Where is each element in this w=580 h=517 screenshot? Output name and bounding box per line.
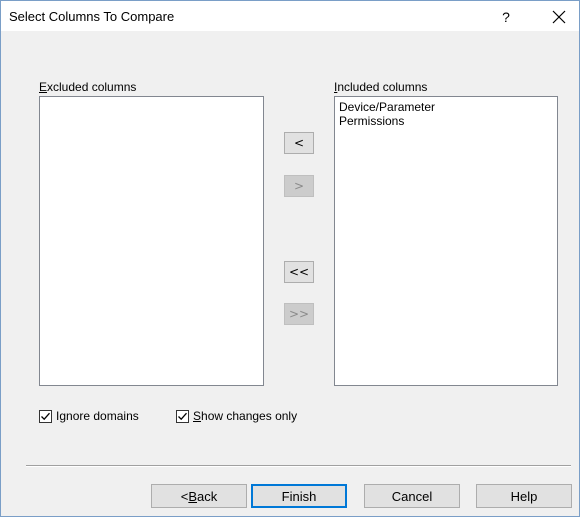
- close-icon: [552, 10, 566, 24]
- checkbox-check-icon: [176, 409, 189, 423]
- excluded-columns-list[interactable]: [39, 96, 264, 386]
- help-button[interactable]: Help: [476, 484, 572, 508]
- show-changes-only-label: Show changes only: [193, 409, 298, 423]
- show-changes-only-checkbox[interactable]: Show changes only: [176, 409, 297, 423]
- footer-separator: [26, 465, 571, 467]
- close-button[interactable]: [544, 5, 574, 29]
- ignore-domains-label: Ignore domains: [56, 409, 139, 423]
- help-question-button[interactable]: ?: [494, 6, 518, 28]
- remove-column-button[interactable]: <: [284, 132, 314, 154]
- cancel-button[interactable]: Cancel: [364, 484, 460, 508]
- list-item[interactable]: Device/Parameter: [335, 100, 557, 114]
- finish-button[interactable]: Finish: [251, 484, 347, 508]
- checkbox-check-icon: [39, 409, 52, 423]
- window-title: Select Columns To Compare: [9, 9, 175, 24]
- included-columns-label: Included columns: [334, 80, 428, 94]
- add-all-columns-button[interactable]: >>: [284, 303, 314, 325]
- back-button[interactable]: < Back: [151, 484, 247, 508]
- list-item[interactable]: Permissions: [335, 114, 557, 128]
- ignore-domains-checkbox[interactable]: Ignore domains: [39, 409, 139, 423]
- title-bar: Select Columns To Compare ?: [1, 1, 579, 31]
- select-columns-dialog: Select Columns To Compare ? Excluded col…: [0, 0, 580, 517]
- add-column-button[interactable]: >: [284, 175, 314, 197]
- excluded-columns-label: Excluded columns: [39, 80, 137, 94]
- included-columns-list[interactable]: Device/Parameter Permissions: [334, 96, 558, 386]
- remove-all-columns-button[interactable]: <<: [284, 261, 314, 283]
